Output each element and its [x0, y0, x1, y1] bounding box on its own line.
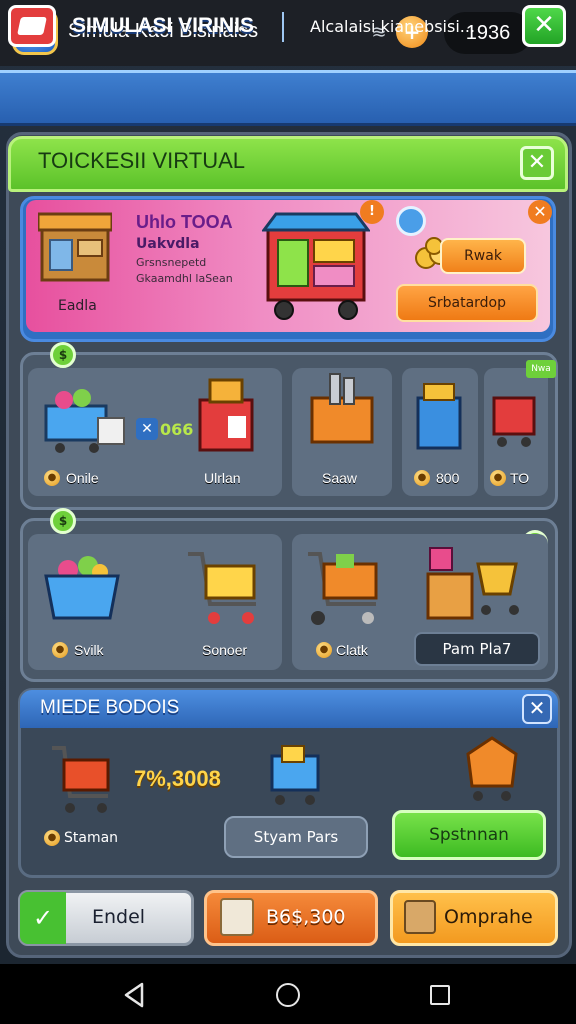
recent-apps-icon[interactable] [430, 985, 450, 1005]
deals-title: MIEDE BODOIS [40, 697, 180, 718]
blue-basket-icon [44, 556, 120, 620]
header-divider [282, 12, 284, 42]
red-gift-box-icon [198, 378, 254, 452]
orange-cart-icon [308, 552, 378, 625]
row2-action-button[interactable]: Pam Pla7 [414, 632, 540, 666]
game-screen: Simula Kaci Bisinaiss ≋ + 1936 ⋮ SIMULAS… [0, 0, 576, 1024]
featured-close-button[interactable]: ✕ [528, 200, 552, 224]
coin-icon: ● [414, 470, 430, 486]
red-basket-cart-icon [52, 746, 110, 813]
market-cart-icon[interactable] [262, 206, 370, 324]
yellow-cart-icon [188, 552, 256, 624]
header-close-button[interactable]: ✕ [522, 5, 566, 47]
shop-stall-icon [38, 212, 112, 282]
featured-stall-label: Eadla [58, 298, 97, 314]
tile-label: Onile [66, 470, 99, 486]
receipt-icon [220, 898, 254, 936]
tools-icon: ✕ [136, 418, 158, 440]
buy-button[interactable]: Rwak [440, 238, 526, 274]
tile-label: Clatk [336, 642, 368, 658]
tile-label: Ulrlan [204, 470, 241, 486]
header-title: SIMULASI VIRINIS [72, 14, 255, 37]
box-icon [404, 900, 436, 934]
deals-label: Staman [64, 830, 119, 846]
deals-primary-button[interactable]: Spstnnan [392, 810, 546, 860]
orange-stall-icon [310, 373, 374, 444]
deals-close-button[interactable]: ✕ [522, 694, 552, 724]
end-button-label: Endel [92, 906, 146, 928]
book-icon [8, 5, 56, 47]
deals-value: 7%,3008 [134, 766, 221, 791]
simulation-header [0, 70, 576, 126]
shop-crates-icon [426, 547, 519, 620]
featured-description-line1: Grsnsnepetd [136, 256, 207, 269]
row2-coin-badge: $ [50, 508, 76, 534]
shopping-basket-icon [44, 389, 125, 453]
tile-label: Saaw [322, 470, 358, 486]
back-icon[interactable] [122, 982, 146, 1008]
tile-label: TO [510, 470, 530, 486]
deals-secondary-button[interactable]: Styam Pars [224, 816, 368, 858]
purchase-button-label: Omprahe [444, 906, 533, 928]
panel-title: TOICKESII VIRTUAL [38, 148, 246, 173]
row1-coin-badge: $ [50, 342, 76, 368]
featured-title: Uhlo TOOA [136, 212, 233, 232]
coin-icon: ● [316, 642, 332, 658]
red-cart-icon [492, 396, 536, 447]
row1-count: 066 [160, 420, 194, 439]
coin-icon: ● [44, 470, 60, 486]
check-icon: ✓ [20, 892, 66, 944]
tile-label: Sonoer [202, 642, 248, 658]
orange-crate-icon [466, 736, 518, 801]
timer-icon [396, 206, 426, 236]
home-icon[interactable] [276, 983, 300, 1007]
price-button-label: B6$,300 [266, 906, 346, 928]
featured-subtitle: Uakvdla [136, 236, 200, 252]
tile-label: Svilk [74, 642, 104, 658]
blue-cart-icon [270, 745, 320, 805]
info-badge[interactable]: ! [360, 200, 384, 224]
featured-action-button[interactable]: Srbatardop [396, 284, 538, 322]
coin-icon: ● [52, 642, 68, 658]
blue-bin-icon [416, 383, 462, 450]
header-subtitle: Alcalaisi kianebsisi... [310, 17, 476, 36]
coin-icon: ● [44, 830, 60, 846]
tile-label: 800 [436, 470, 460, 486]
coin-icon: ● [490, 470, 506, 486]
featured-description-line2: Gkaamdhl laSean [136, 272, 233, 285]
panel-close-button[interactable]: ✕ [520, 146, 554, 180]
new-tag: Nwa [526, 360, 556, 378]
